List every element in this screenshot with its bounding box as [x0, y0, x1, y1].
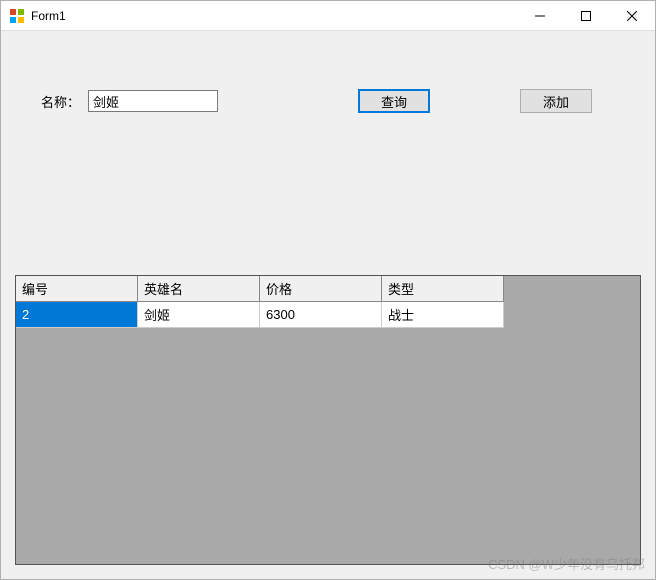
data-grid[interactable]: 编号 英雄名 价格 类型 2 剑姬 6300 战士 [15, 275, 641, 565]
app-icon [9, 8, 25, 24]
grid-cell-name[interactable]: 剑姬 [138, 302, 260, 328]
grid-cell-id[interactable]: 2 [16, 302, 138, 328]
name-label: 名称： [41, 92, 80, 111]
grid-header-id[interactable]: 编号 [16, 276, 138, 302]
search-row: 名称： 查询 添加 [31, 89, 625, 113]
grid-header-type[interactable]: 类型 [382, 276, 504, 302]
close-button[interactable] [609, 1, 655, 30]
query-button[interactable]: 查询 [358, 89, 430, 113]
titlebar: Form1 [1, 1, 655, 31]
maximize-button[interactable] [563, 1, 609, 30]
form-body: 名称： 查询 添加 编号 英雄名 价格 类型 2 剑姬 6300 战士 CSDN… [1, 31, 655, 579]
name-input[interactable] [88, 90, 218, 112]
minimize-button[interactable] [517, 1, 563, 30]
grid-cell-price[interactable]: 6300 [260, 302, 382, 328]
grid-cell-type[interactable]: 战士 [382, 302, 504, 328]
table-row[interactable]: 2 剑姬 6300 战士 [16, 302, 640, 328]
window-title: Form1 [31, 9, 517, 23]
window-controls [517, 1, 655, 30]
add-button[interactable]: 添加 [520, 89, 592, 113]
window-frame: Form1 名称： 查询 添加 编号 英雄名 价格 类型 [0, 0, 656, 580]
grid-header-price[interactable]: 价格 [260, 276, 382, 302]
grid-header-row: 编号 英雄名 价格 类型 [16, 276, 640, 302]
grid-header-name[interactable]: 英雄名 [138, 276, 260, 302]
